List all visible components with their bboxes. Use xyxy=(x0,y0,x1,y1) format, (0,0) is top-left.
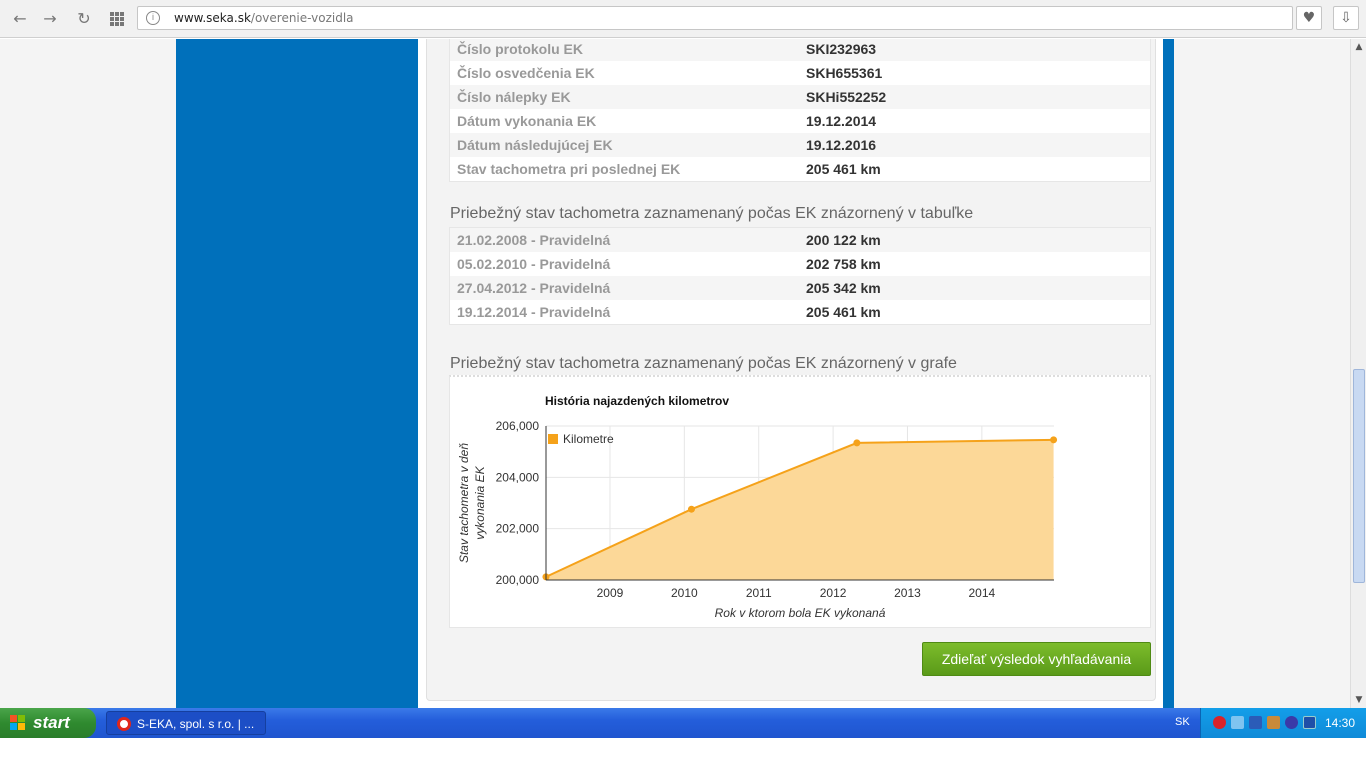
reload-icon[interactable]: ↻ xyxy=(73,8,95,30)
row-value: 205 461 km xyxy=(806,304,881,320)
scrollbar-thumb[interactable] xyxy=(1353,369,1365,583)
right-sidebar-band xyxy=(1163,39,1174,708)
row-label: 19.12.2014 - Pravidelná xyxy=(457,304,611,320)
ek-detail-row: Číslo osvedčenia EK SKH655361 xyxy=(450,61,1150,85)
language-indicator[interactable]: SK xyxy=(1175,716,1190,728)
taskbar-item-label: S-EKA, spol. s r.o. | ... xyxy=(137,717,255,731)
opera-icon xyxy=(117,717,131,731)
row-label: 05.02.2010 - Pravidelná xyxy=(457,256,611,272)
download-icon[interactable]: ⇩ xyxy=(1333,6,1359,30)
chart-title: História najazdených kilometrov xyxy=(545,394,729,408)
row-label: 27.04.2012 - Pravidelná xyxy=(457,280,611,296)
address-bar[interactable]: i www.seka.sk/overenie-vozidla xyxy=(137,6,1293,30)
forward-icon[interactable]: → xyxy=(39,8,61,30)
data-point xyxy=(687,505,695,513)
x-axis-label: Rok v ktorom bola EK vykonaná xyxy=(715,606,886,620)
clock: 14:30 xyxy=(1325,716,1356,730)
table-section-heading: Priebežný stav tachometra zaznamenaný po… xyxy=(450,205,974,222)
share-results-button[interactable]: Zdieľať výsledok vyhľadávania xyxy=(922,642,1151,676)
odometer-row: 27.04.2012 - Pravidelná 205 342 km xyxy=(450,276,1150,300)
legend-label: Kilometre xyxy=(563,432,614,446)
result-panel: Číslo protokolu EK SKI232963 Číslo osvedče… xyxy=(426,39,1156,701)
chart-section-heading: Priebežný stav tachometra zaznamenaný po… xyxy=(450,355,957,372)
monitor-icon[interactable] xyxy=(1303,716,1316,729)
data-point xyxy=(853,439,861,447)
system-tray: 14:30 xyxy=(1200,708,1366,738)
y-tick-label: 202,000 xyxy=(496,522,540,536)
scroll-up-icon[interactable]: ▲ xyxy=(1351,39,1366,55)
row-label: Dátum vykonania EK xyxy=(457,113,597,129)
row-value: 200 122 km xyxy=(806,232,881,248)
scroll-down-icon[interactable]: ▼ xyxy=(1351,692,1366,708)
row-label: Číslo nálepky EK xyxy=(457,89,571,105)
y-axis-label-line1: Stav tachometra v deň xyxy=(457,443,471,563)
y-tick-label: 200,000 xyxy=(496,573,540,587)
row-value: 205 342 km xyxy=(806,280,881,296)
row-value: 202 758 km xyxy=(806,256,881,272)
ek-detail-row: Číslo nálepky EK SKHi552252 xyxy=(450,85,1150,109)
x-tick-label: 2012 xyxy=(820,586,847,600)
ek-detail-row: Stav tachometra pri poslednej EK 205 461 … xyxy=(450,157,1150,181)
y-tick-label: 204,000 xyxy=(496,470,540,484)
y-tick-label: 206,000 xyxy=(496,419,540,433)
row-value: SKH655361 xyxy=(806,65,883,81)
left-sidebar-band xyxy=(176,39,418,708)
site-info-icon[interactable]: i xyxy=(146,11,160,25)
series-area xyxy=(545,439,1054,580)
main-content: Číslo protokolu EK SKI232963 Číslo osvedče… xyxy=(418,39,1163,708)
start-button[interactable]: start xyxy=(0,708,96,738)
ek-details-table: Číslo protokolu EK SKI232963 Číslo osvedče… xyxy=(449,39,1151,182)
network-icon[interactable] xyxy=(1231,716,1244,729)
page-viewport: Číslo protokolu EK SKI232963 Číslo osvedče… xyxy=(0,39,1350,708)
row-value: SKHi552252 xyxy=(806,89,887,105)
x-tick-label: 2014 xyxy=(969,586,996,600)
row-label: 21.02.2008 - Pravidelná xyxy=(457,232,611,248)
row-value: 205 461 km xyxy=(806,161,881,177)
odometer-chart: 200,000 202,000 204,000 206,000 2009 2010 2011… xyxy=(457,394,1058,620)
legend-swatch xyxy=(548,434,558,444)
row-label: Číslo osvedčenia EK xyxy=(457,65,595,81)
windows-logo-icon xyxy=(10,715,25,730)
ek-detail-row: Číslo protokolu EK SKI232963 xyxy=(450,39,1150,61)
x-tick-label: 2009 xyxy=(597,586,624,600)
back-icon[interactable]: ← xyxy=(9,8,31,30)
y-axis-label-line2: vykonania EK xyxy=(473,465,487,539)
odometer-table: 21.02.2008 - Pravidelná 200 122 km 05.02.2… xyxy=(449,227,1151,325)
row-value: SKI232963 xyxy=(806,41,877,57)
chart-container: 200,000 202,000 204,000 206,000 2009 2010 2011… xyxy=(449,375,1151,628)
x-tick-label: 2011 xyxy=(746,586,772,600)
row-label: Stav tachometra pri poslednej EK xyxy=(457,161,681,177)
heart-bookmark-icon[interactable]: ♥ xyxy=(1296,6,1322,30)
users-icon[interactable] xyxy=(1267,716,1280,729)
row-value: 19.12.2016 xyxy=(806,137,877,153)
antivirus-icon[interactable] xyxy=(1213,716,1226,729)
odometer-row: 19.12.2014 - Pravidelná 205 461 km xyxy=(450,300,1150,324)
taskbar-item-browser[interactable]: S-EKA, spol. s r.o. | ... xyxy=(106,711,266,735)
row-label: Dátum následujúcej EK xyxy=(457,137,613,153)
x-tick-label: 2013 xyxy=(894,586,921,600)
row-label: Číslo protokolu EK xyxy=(457,41,583,57)
ek-detail-row: Dátum následujúcej EK 19.12.2016 xyxy=(450,133,1150,157)
below-taskbar-area xyxy=(0,738,1366,768)
odometer-row: 05.02.2010 - Pravidelná 202 758 km xyxy=(450,252,1150,276)
vertical-scrollbar[interactable]: ▲ ▼ xyxy=(1350,39,1366,708)
ek-detail-row: Dátum vykonania EK 19.12.2014 xyxy=(450,109,1150,133)
row-value: 19.12.2014 xyxy=(806,113,877,129)
bluetooth-icon[interactable] xyxy=(1285,716,1298,729)
windows-taskbar: start S-EKA, spol. s r.o. | ... SK 14:30 xyxy=(0,708,1366,738)
data-point xyxy=(1050,436,1058,444)
x-tick-label: 2010 xyxy=(671,586,698,600)
display-icon[interactable] xyxy=(1249,716,1262,729)
browser-toolbar: ← → ↻ i www.seka.sk/overenie-vozidla ♥ ⇩ xyxy=(0,0,1366,38)
odometer-row: 21.02.2008 - Pravidelná 200 122 km xyxy=(450,228,1150,252)
apps-grid-icon[interactable] xyxy=(106,8,128,30)
start-label: start xyxy=(33,713,70,732)
url-text[interactable]: www.seka.sk/overenie-vozidla xyxy=(174,11,354,25)
